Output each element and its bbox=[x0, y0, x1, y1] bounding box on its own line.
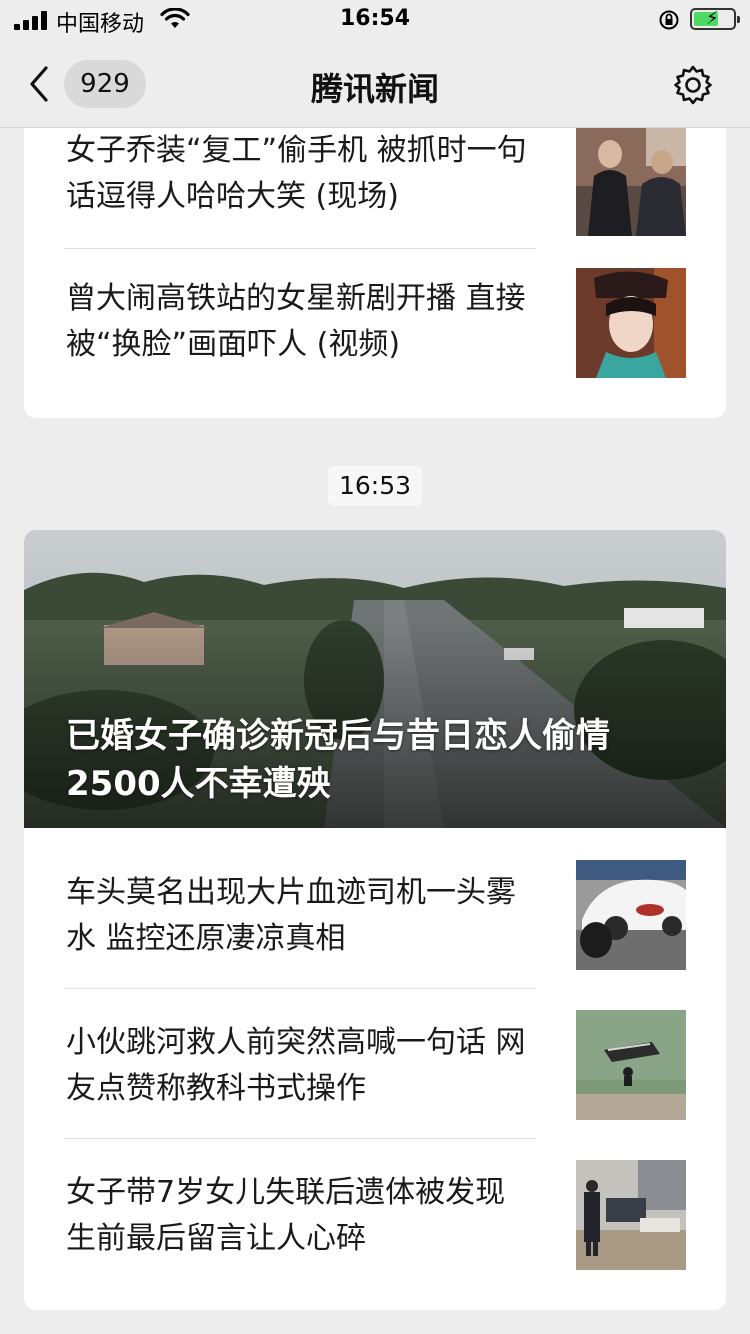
status-bar: 中国移动 16:54 ⚡ bbox=[0, 0, 750, 40]
news-item[interactable]: 女子带7岁女儿失联后遗体被发现 生前最后留言让人心碎 bbox=[24, 1160, 726, 1310]
gear-icon[interactable] bbox=[672, 64, 714, 106]
news-title: 女子乔装“复工”偷手机 被抓时一句话逗得人哈哈大笑 (现场) bbox=[66, 133, 527, 214]
divider bbox=[64, 988, 536, 989]
navigation-bar: 929 腾讯新闻 bbox=[0, 40, 750, 128]
battery-charging-icon: ⚡ bbox=[690, 8, 740, 30]
news-item[interactable]: 小伙跳河救人前突然高喊一句话 网友点赞称教科书式操作 bbox=[24, 1010, 726, 1170]
orientation-lock-icon bbox=[659, 10, 679, 30]
divider bbox=[64, 248, 536, 249]
hero-news[interactable]: 已婚女子确诊新冠后与昔日恋人偷情 2500人不幸遭殃 bbox=[24, 530, 726, 828]
news-thumbnail bbox=[576, 126, 686, 236]
page-title: 腾讯新闻 bbox=[310, 70, 439, 108]
news-thumbnail bbox=[576, 1010, 686, 1120]
news-card: 已婚女子确诊新冠后与昔日恋人偷情 2500人不幸遭殃 车头莫名出现大片血迹司机一… bbox=[24, 530, 726, 1310]
news-title: 小伙跳河救人前突然高喊一句话 网友点赞称教科书式操作 bbox=[66, 1025, 526, 1106]
news-item[interactable]: 曾大闹高铁站的女星新剧开播 直接被“换脸”画面吓人 (视频) bbox=[24, 268, 726, 418]
news-card: 女子乔装“复工”偷手机 被抓时一句话逗得人哈哈大笑 (现场) 曾大闹高铁站的女星… bbox=[24, 100, 726, 418]
news-thumbnail bbox=[576, 268, 686, 378]
news-thumbnail bbox=[576, 1160, 686, 1270]
news-title: 曾大闹高铁站的女星新剧开播 直接被“换脸”画面吓人 (视频) bbox=[66, 281, 526, 362]
hero-title: 已婚女子确诊新冠后与昔日恋人偷情 2500人不幸遭殃 bbox=[66, 716, 610, 804]
news-title: 车头莫名出现大片血迹司机一头雾水 监控还原凄凉真相 bbox=[66, 875, 516, 956]
news-thumbnail bbox=[576, 860, 686, 970]
news-item[interactable]: 女子乔装“复工”偷手机 被抓时一句话逗得人哈哈大笑 (现场) bbox=[24, 126, 726, 278]
news-item[interactable]: 车头莫名出现大片血迹司机一头雾水 监控还原凄凉真相 bbox=[24, 860, 726, 1020]
status-time: 16:54 bbox=[339, 6, 411, 31]
news-title: 女子带7岁女儿失联后遗体被发现 生前最后留言让人心碎 bbox=[66, 1175, 506, 1256]
timestamp-badge: 16:53 bbox=[328, 466, 422, 506]
divider bbox=[64, 1138, 536, 1139]
